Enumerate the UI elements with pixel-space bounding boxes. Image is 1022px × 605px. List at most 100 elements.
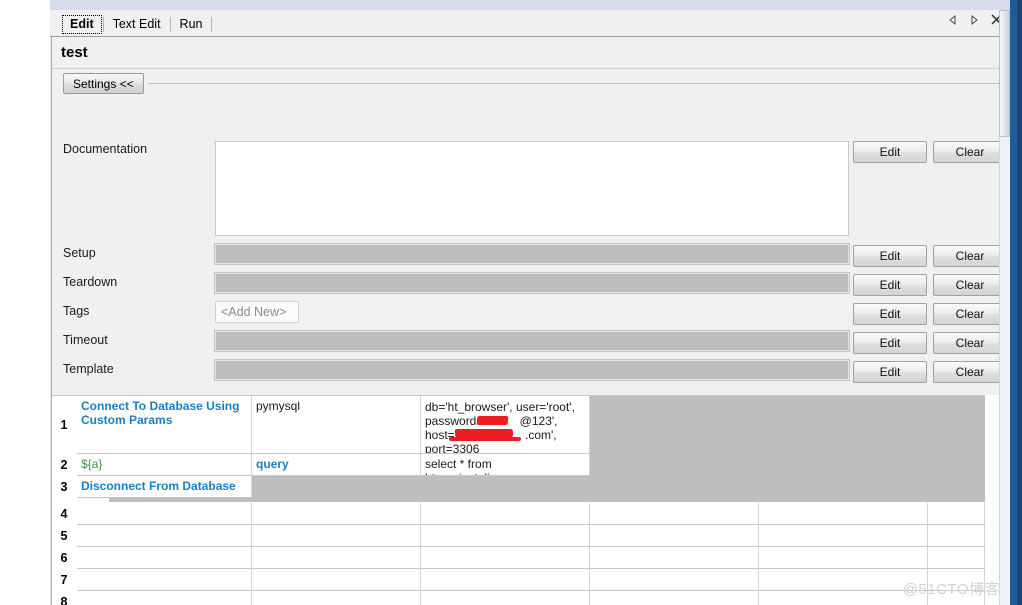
tab-separator-3 — [211, 17, 213, 32]
tab-separator-1 — [102, 17, 104, 32]
window-right-edge-inner — [1017, 0, 1022, 605]
row2-arg1-cell[interactable]: select * from ht_project_license — [421, 454, 590, 476]
table-row: 8 — [52, 591, 985, 605]
tags-strip — [215, 301, 849, 323]
tab-text-edit[interactable]: Text Edit — [105, 15, 169, 34]
row6-cell-6[interactable] — [928, 547, 985, 569]
window-top-strip-left-gap — [0, 0, 50, 10]
documentation-textarea[interactable] — [215, 141, 849, 236]
row1-arg1-cell[interactable]: pymysql — [252, 396, 421, 454]
row5-cell-5[interactable] — [759, 525, 928, 547]
row4-cell-5[interactable] — [759, 503, 928, 525]
tab-run[interactable]: Run — [172, 15, 211, 34]
row-number: 2 — [60, 458, 68, 472]
tab-list: Edit Text Edit Run — [62, 14, 213, 35]
triangle-left-icon[interactable] — [946, 13, 959, 26]
title-divider — [52, 68, 1005, 69]
table-row: 7 — [52, 569, 985, 591]
password-redaction-mark — [476, 416, 509, 425]
timeout-edit-button[interactable]: Edit — [853, 332, 927, 354]
setup-label: Setup — [63, 246, 96, 260]
row8-cell-2[interactable] — [252, 591, 421, 605]
template-edit-button[interactable]: Edit — [853, 361, 927, 383]
row-number: 5 — [60, 529, 68, 543]
row1-arg2-cell[interactable]: db='ht_browser', user='root', password='… — [421, 396, 590, 454]
teardown-label: Teardown — [63, 275, 118, 289]
row6-cell-2[interactable] — [252, 547, 421, 569]
vertical-scrollbar-thumb[interactable] — [999, 10, 1010, 137]
table-row: 2 ${a} query select * from ht_project_li… — [52, 454, 985, 476]
row1-arg2-line3: host='████████.com', — [425, 428, 585, 442]
template-label: Template — [63, 362, 114, 376]
row4-cell-6[interactable] — [928, 503, 985, 525]
row5-cell-1[interactable] — [77, 525, 252, 547]
page-title: test — [61, 44, 88, 61]
host-redaction-mark-1 — [454, 429, 514, 437]
row1-keyword-cell[interactable]: Connect To Database Using Custom Params — [77, 396, 252, 454]
window-top-strip — [0, 0, 1022, 10]
documentation-clear-button[interactable]: Clear — [933, 141, 1007, 163]
left-gutter — [0, 10, 50, 605]
row7-cell-4[interactable] — [590, 569, 759, 591]
row8-cell-1[interactable] — [77, 591, 252, 605]
table-row: 6 — [52, 547, 985, 569]
tags-edit-button[interactable]: Edit — [853, 303, 927, 325]
steps-table: 1 Connect To Database Using Custom Param… — [52, 395, 1005, 605]
tab-edit[interactable]: Edit — [62, 15, 102, 34]
template-clear-button[interactable]: Clear — [933, 361, 1007, 383]
tags-clear-button[interactable]: Clear — [933, 303, 1007, 325]
row7-cell-1[interactable] — [77, 569, 252, 591]
row5-cell-4[interactable] — [590, 525, 759, 547]
row-number: 7 — [60, 573, 68, 587]
row-number: 1 — [60, 418, 68, 432]
row1-arg2-line4: port=3306 — [425, 442, 480, 454]
timeout-label: Timeout — [63, 333, 108, 347]
editor-content: test Settings << Documentation Edit Clea… — [51, 37, 1007, 605]
host-redaction-mark-2 — [449, 437, 521, 441]
row4-cell-2[interactable] — [252, 503, 421, 525]
tags-add-new-input[interactable]: <Add New> — [215, 301, 299, 323]
row4-cell-3[interactable] — [421, 503, 590, 525]
template-field[interactable] — [214, 359, 850, 381]
triangle-right-icon[interactable] — [968, 13, 981, 26]
row5-cell-6[interactable] — [928, 525, 985, 547]
host-suffix: .com', — [525, 428, 557, 442]
documentation-label: Documentation — [63, 142, 148, 156]
timeout-clear-button[interactable]: Clear — [933, 332, 1007, 354]
row6-cell-4[interactable] — [590, 547, 759, 569]
teardown-field[interactable] — [214, 272, 850, 294]
row-number: 6 — [60, 551, 68, 565]
row8-cell-3[interactable] — [421, 591, 590, 605]
settings-toggle-button[interactable]: Settings << — [63, 73, 144, 94]
tab-separator-2 — [169, 17, 171, 32]
row5-cell-2[interactable] — [252, 525, 421, 547]
setup-field[interactable] — [214, 243, 850, 265]
timeout-field[interactable] — [214, 330, 850, 352]
row4-cell-1[interactable] — [77, 503, 252, 525]
row3-keyword-cell[interactable]: Disconnect From Database — [77, 476, 252, 498]
row-number: 4 — [60, 507, 68, 521]
tags-label: Tags — [63, 304, 90, 318]
row7-cell-2[interactable] — [252, 569, 421, 591]
settings-divider — [148, 83, 1000, 84]
row6-cell-3[interactable] — [421, 547, 590, 569]
teardown-clear-button[interactable]: Clear — [933, 274, 1007, 296]
row8-cell-4[interactable] — [590, 591, 759, 605]
teardown-edit-button[interactable]: Edit — [853, 274, 927, 296]
setup-edit-button[interactable]: Edit — [853, 245, 927, 267]
setup-clear-button[interactable]: Clear — [933, 245, 1007, 267]
row6-cell-1[interactable] — [77, 547, 252, 569]
row1-arg2-line2: password='████@123', — [425, 414, 585, 428]
window-nav-buttons — [946, 13, 1003, 26]
table-row: 4 — [52, 503, 985, 525]
documentation-edit-button[interactable]: Edit — [853, 141, 927, 163]
row6-cell-5[interactable] — [759, 547, 928, 569]
row7-cell-3[interactable] — [421, 569, 590, 591]
row4-cell-4[interactable] — [590, 503, 759, 525]
row2-assign-cell[interactable]: ${a} — [77, 454, 252, 476]
app-window: Edit Text Edit Run test Settings << Docu… — [0, 0, 1022, 605]
row2-keyword-cell[interactable]: query — [252, 454, 421, 476]
row-number: 3 — [60, 480, 68, 494]
table-row: 3 Disconnect From Database — [52, 476, 985, 498]
row5-cell-3[interactable] — [421, 525, 590, 547]
